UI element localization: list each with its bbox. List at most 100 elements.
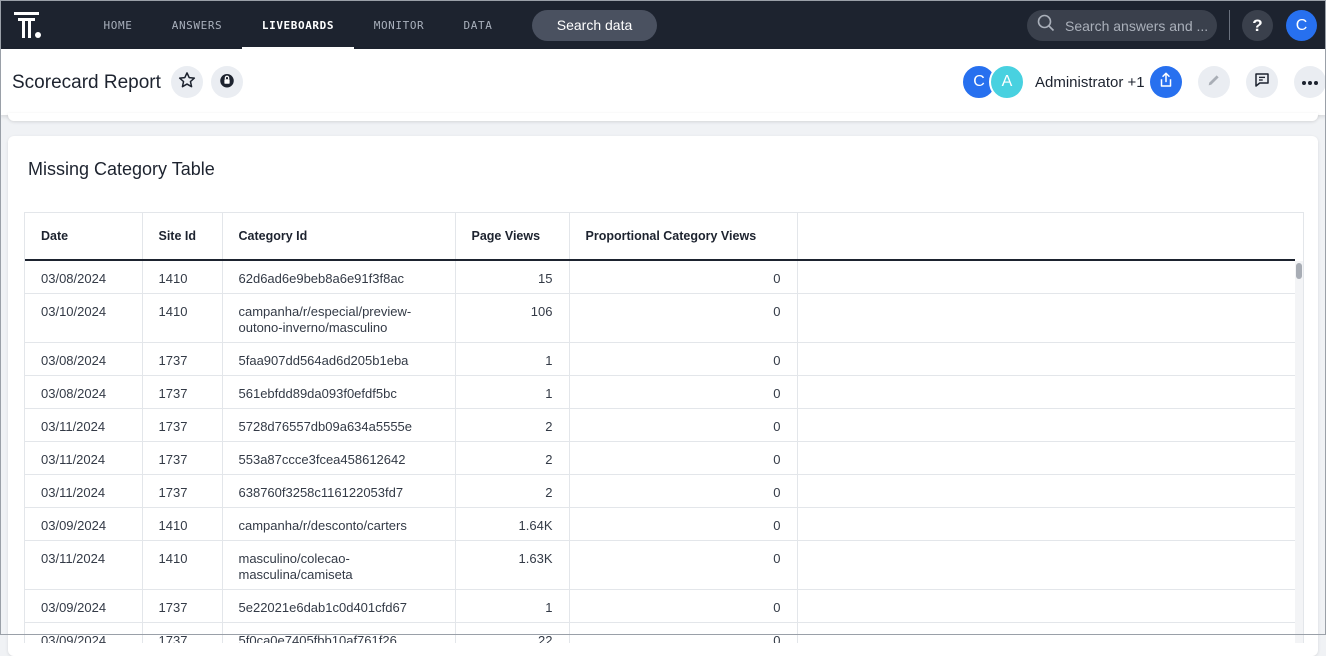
share-button[interactable] [1150, 66, 1182, 98]
cell-date: 03/09/2024 [25, 622, 143, 643]
cell-site-id: 1737 [142, 589, 223, 623]
cell-page-views: 1 [455, 342, 570, 376]
thoughtspot-logo-icon[interactable] [14, 12, 42, 40]
data-table: Date Site Id Category Id Page Views Prop… [25, 213, 1295, 643]
missing-category-card: Missing Category Table Date Site Id Cate… [8, 136, 1318, 656]
nav-answers[interactable]: ANSWERS [164, 0, 230, 49]
more-horizontal-icon [1301, 73, 1319, 91]
nav-liveboards[interactable]: LIVEBOARDS [242, 0, 354, 49]
previous-card-bottom [8, 113, 1318, 121]
search-icon [1037, 14, 1055, 37]
cell-site-id: 1410 [142, 293, 223, 343]
shared-with-label[interactable]: Administrator +1 [1035, 74, 1145, 91]
cell-proportional-views: 0 [569, 589, 798, 623]
table-scrollbar[interactable] [1295, 261, 1303, 643]
cell-site-id: 1737 [142, 342, 223, 376]
cell-page-views: 2 [455, 441, 570, 475]
table-row[interactable]: 03/08/2024 1410 62d6ad6e9beb8a6e91f3f8ac… [25, 260, 1295, 294]
cell-empty [797, 342, 1295, 376]
cell-site-id: 1737 [142, 441, 223, 475]
cell-page-views: 2 [455, 474, 570, 508]
cell-page-views: 1 [455, 589, 570, 623]
scrollbar-thumb[interactable] [1296, 263, 1302, 279]
cell-category-id: 5728d76557db09a634a5555e [222, 408, 456, 442]
column-header-date[interactable]: Date [25, 213, 143, 261]
cell-category-id: 62d6ad6e9beb8a6e91f3f8ac [222, 260, 456, 294]
global-search[interactable] [1027, 10, 1217, 41]
nav-home[interactable]: HOME [96, 0, 140, 49]
global-search-input[interactable] [1063, 16, 1217, 35]
cell-date: 03/08/2024 [25, 342, 143, 376]
cell-page-views: 106 [455, 293, 570, 343]
cell-page-views: 22 [455, 622, 570, 643]
shared-avatar-a[interactable]: A [989, 64, 1025, 100]
cell-empty [797, 474, 1295, 508]
cell-page-views: 1.64K [455, 507, 570, 541]
cell-category-id: 561ebfdd89da093f0efdf5bc [222, 375, 456, 409]
column-header-empty [797, 213, 1295, 261]
cell-empty [797, 260, 1295, 294]
comments-button[interactable] [1246, 66, 1278, 98]
search-data-button[interactable]: Search data [532, 10, 657, 41]
pencil-icon [1206, 72, 1222, 93]
cell-proportional-views: 0 [569, 507, 798, 541]
table-row[interactable]: 03/11/2024 1737 5728d76557db09a634a5555e… [25, 408, 1295, 442]
table-row[interactable]: 03/11/2024 1737 638760f3258c116122053fd7… [25, 474, 1295, 508]
table-row[interactable]: 03/09/2024 1410 campanha/r/desconto/cart… [25, 507, 1295, 541]
cell-page-views: 1 [455, 375, 570, 409]
cell-empty [797, 408, 1295, 442]
cell-proportional-views: 0 [569, 622, 798, 643]
lock-icon [218, 71, 236, 94]
cell-empty [797, 589, 1295, 623]
share-icon [1157, 71, 1175, 94]
user-avatar[interactable]: C [1286, 10, 1317, 41]
table-row[interactable]: 03/10/2024 1410 campanha/r/especial/prev… [25, 293, 1295, 343]
cell-category-id: masculino/colecao-masculina/camiseta [222, 540, 456, 590]
cell-empty [797, 441, 1295, 475]
cell-site-id: 1410 [142, 540, 223, 590]
cell-proportional-views: 0 [569, 375, 798, 409]
cell-page-views: 1.63K [455, 540, 570, 590]
column-header-category-id[interactable]: Category Id [222, 213, 456, 261]
table-container: Date Site Id Category Id Page Views Prop… [24, 212, 1304, 643]
cell-proportional-views: 0 [569, 474, 798, 508]
cell-site-id: 1410 [142, 507, 223, 541]
table-row[interactable]: 03/09/2024 1737 5f0ca0e7405fbb10af761f26… [25, 622, 1295, 643]
cell-category-id: 5e22021e6dab1c0d401cfd67 [222, 589, 456, 623]
cell-proportional-views: 0 [569, 441, 798, 475]
column-header-page-views[interactable]: Page Views [455, 213, 570, 261]
cell-proportional-views: 0 [569, 540, 798, 590]
cell-site-id: 1410 [142, 260, 223, 294]
cell-date: 03/08/2024 [25, 260, 143, 294]
nav-monitor[interactable]: MONITOR [366, 0, 432, 49]
cell-category-id: campanha/r/especial/preview-outono-inver… [222, 293, 456, 343]
card-title: Missing Category Table [28, 159, 215, 179]
comment-icon [1253, 71, 1271, 94]
more-options-button[interactable] [1294, 66, 1326, 98]
favorite-button[interactable] [171, 66, 203, 98]
cell-empty [797, 293, 1295, 343]
cell-site-id: 1737 [142, 622, 223, 643]
table-row[interactable]: 03/09/2024 1737 5e22021e6dab1c0d401cfd67… [25, 589, 1295, 623]
table-row[interactable]: 03/08/2024 1737 561ebfdd89da093f0efdf5bc… [25, 375, 1295, 409]
cell-category-id: 5f0ca0e7405fbb10af761f26 [222, 622, 456, 643]
table-row[interactable]: 03/11/2024 1410 masculino/colecao-mascul… [25, 540, 1295, 590]
cell-empty [797, 507, 1295, 541]
cell-date: 03/11/2024 [25, 474, 143, 508]
column-header-site-id[interactable]: Site Id [142, 213, 223, 261]
cell-date: 03/11/2024 [25, 408, 143, 442]
help-button[interactable]: ? [1242, 10, 1273, 41]
cell-proportional-views: 0 [569, 342, 798, 376]
cell-proportional-views: 0 [569, 260, 798, 294]
cell-proportional-views: 0 [569, 408, 798, 442]
cell-proportional-views: 0 [569, 293, 798, 343]
edit-button[interactable] [1198, 66, 1230, 98]
cell-date: 03/10/2024 [25, 293, 143, 343]
verified-lock-button[interactable] [211, 66, 243, 98]
table-row[interactable]: 03/11/2024 1737 553a87ccce3fcea458612642… [25, 441, 1295, 475]
column-header-proportional-category-views[interactable]: Proportional Category Views [569, 213, 798, 261]
nav-data[interactable]: DATA [456, 0, 500, 49]
cell-site-id: 1737 [142, 474, 223, 508]
cell-category-id: 553a87ccce3fcea458612642 [222, 441, 456, 475]
table-row[interactable]: 03/08/2024 1737 5faa907dd564ad6d205b1eba… [25, 342, 1295, 376]
